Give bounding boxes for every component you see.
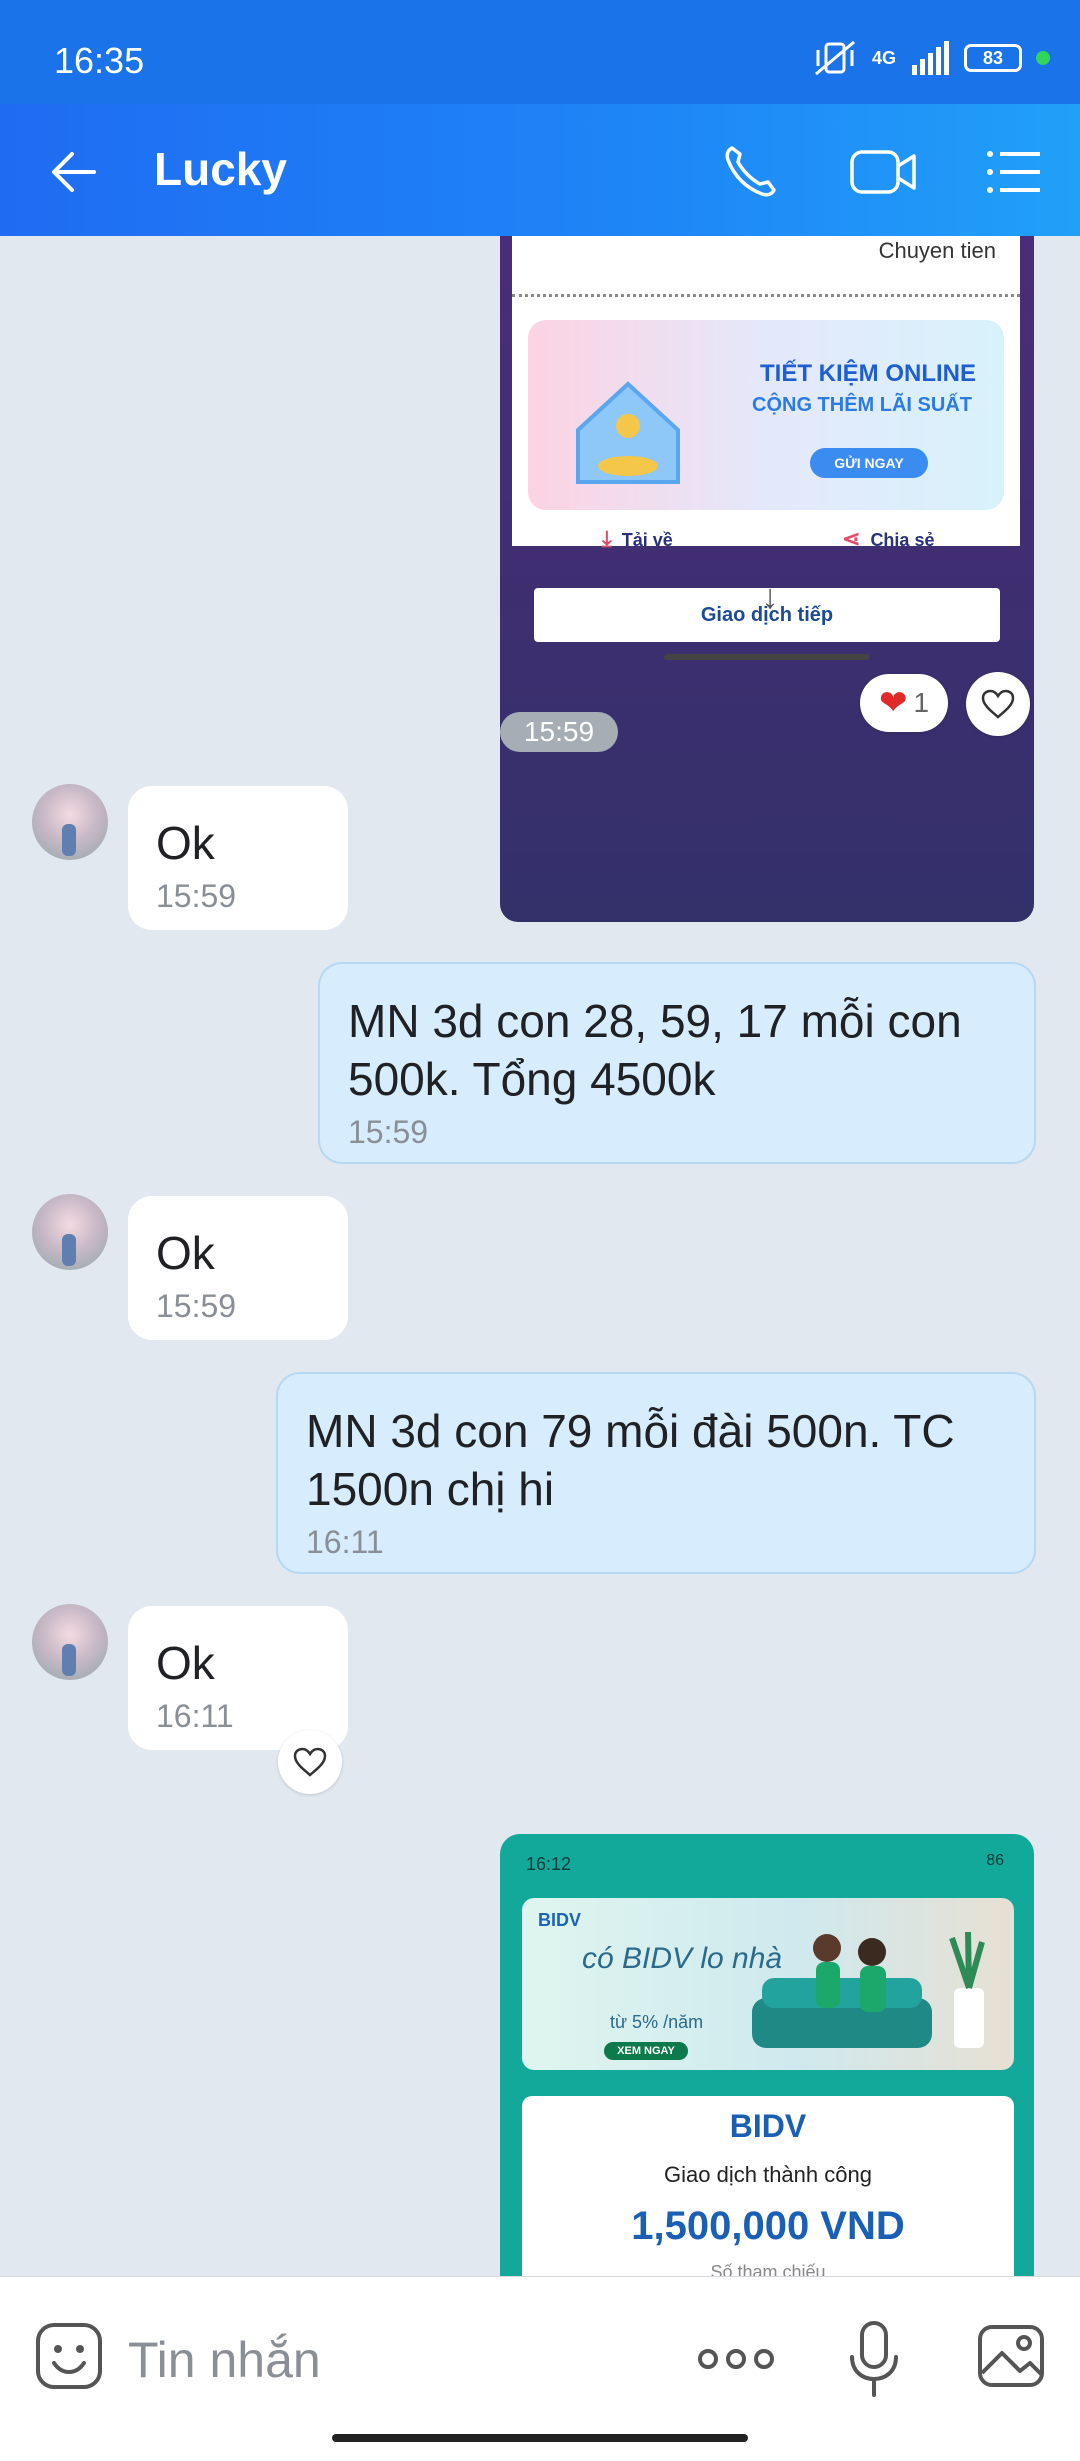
receipt-actions: ⤓ Tải về ⋖ Chia sẻ [512, 514, 1020, 554]
network-type: 4G [871, 48, 896, 68]
time-separator: 15:59 [500, 712, 618, 752]
image-status-battery: 86 [986, 1852, 1004, 1869]
vibrate-off-icon [815, 40, 855, 76]
video-call-button[interactable] [848, 140, 918, 204]
microphone-button[interactable] [848, 2321, 900, 2399]
bidv-logo: BIDV [729, 2108, 807, 2144]
banner-cta: XEM NGAY [604, 2042, 688, 2060]
message-bubble-outgoing[interactable]: MN 3d con 79 mỗi đài 500n. TC 1500n chị … [276, 1372, 1036, 1574]
message-bubble-incoming[interactable]: Ok 15:59 [128, 786, 348, 930]
back-button[interactable] [44, 140, 108, 204]
react-heart-button[interactable] [278, 1730, 342, 1794]
transfer-note: Chuyen tien [878, 238, 996, 263]
download-overlay-icon[interactable]: ↓ [750, 578, 790, 624]
more-options-button[interactable] [696, 2339, 776, 2379]
message-bubble-incoming[interactable]: Ok 16:11 [128, 1606, 348, 1750]
share-icon: ⋖ [842, 526, 861, 551]
message-time: 16:11 [156, 1698, 234, 1734]
image-picker-button[interactable] [976, 2323, 1046, 2389]
message-text: MN 3d con 79 mỗi đài 500n. TC 1500n chị … [306, 1405, 955, 1515]
image-scroll-indicator [664, 654, 870, 660]
message-text: Ok [156, 817, 215, 869]
receipt-card: Chuyen tien TIẾT KIỆM ONLINE CỘNG THÊM L… [512, 236, 1020, 551]
message-bubble-incoming[interactable]: Ok 15:59 [128, 1196, 348, 1340]
divider [512, 294, 1020, 297]
banner-rate: từ 5% /năm [610, 2012, 704, 2032]
chat-title[interactable]: Lucky [154, 142, 287, 196]
signal-icon [912, 41, 949, 75]
phone-call-button[interactable] [718, 140, 782, 204]
menu-list-button[interactable] [984, 140, 1044, 204]
download-icon: ⤓ [602, 526, 612, 551]
promo-button: GỬI NGAY [810, 448, 928, 478]
receipt-image-message[interactable]: Chuyen tien TIẾT KIỆM ONLINE CỘNG THÊM L… [500, 236, 1034, 922]
chat-header: Lucky [0, 104, 1080, 236]
heart-outline-icon [981, 689, 1015, 719]
banner-logo: BIDV [538, 1910, 582, 1930]
contact-avatar[interactable] [32, 784, 108, 860]
promo-banner: TIẾT KIỆM ONLINE CỘNG THÊM LÃI SUẤT GỬI … [528, 320, 1004, 510]
message-input[interactable] [126, 2329, 650, 2391]
promo-subtitle: CỘNG THÊM LÃI SUẤT [752, 394, 972, 416]
download-label: Tải về [621, 530, 673, 550]
home-indicator[interactable] [332, 2434, 748, 2442]
react-heart-button[interactable] [966, 672, 1030, 736]
status-bar: 16:35 4G 83 [0, 0, 1080, 104]
message-time: 15:59 [348, 1114, 429, 1150]
reaction-summary[interactable]: ❤ 1 [860, 674, 948, 732]
download-action: ⤓ Tải về [602, 526, 673, 552]
emoji-button[interactable] [34, 2321, 104, 2391]
message-text: MN 3d con 28, 59, 17 mỗi con 500k. Tổng … [348, 995, 962, 1105]
heart-reaction-icon: ❤ [878, 684, 908, 722]
bidv-transaction-card: BIDV Giao dịch thành công 1,500,000 VND … [522, 2096, 1014, 2276]
message-bubble-outgoing[interactable]: MN 3d con 28, 59, 17 mỗi con 500k. Tổng … [318, 962, 1036, 1164]
contact-avatar[interactable] [32, 1194, 108, 1270]
message-time: 15:59 [156, 878, 237, 914]
transaction-amount: 1,500,000 VND [631, 2204, 905, 2248]
chat-messages[interactable]: Chuyen tien TIẾT KIỆM ONLINE CỘNG THÊM L… [0, 236, 1080, 2276]
privacy-dot [1036, 51, 1050, 65]
status-icons: 4G 83 [812, 38, 1050, 78]
bidv-banner: BIDV có BIDV lo nhà từ 5% /năm XEM NGAY [522, 1898, 1014, 2070]
heart-outline-icon [293, 1747, 327, 1777]
contact-avatar[interactable] [32, 1604, 108, 1680]
share-action: ⋖ Chia sẻ [842, 526, 934, 552]
image-status-time: 16:12 [526, 1854, 572, 1874]
message-time: 16:11 [306, 1524, 384, 1560]
message-time: 15:59 [156, 1288, 237, 1324]
message-text: Ok [156, 1637, 215, 1689]
promo-title: TIẾT KIỆM ONLINE [760, 360, 976, 387]
share-label: Chia sẻ [870, 530, 935, 550]
battery-indicator: 83 [964, 44, 1022, 72]
status-time: 16:35 [54, 40, 145, 81]
couple-sofa-illustration [752, 1931, 985, 2048]
transaction-status: Giao dịch thành công [664, 2162, 872, 2187]
bidv-receipt-image-message[interactable]: 16:12 86 BIDV có BIDV lo nhà từ 5% /năm … [500, 1834, 1034, 2276]
house-savings-icon [576, 381, 680, 484]
reaction-count: 1 [913, 687, 930, 718]
reference-label: Số tham chiếu [710, 2262, 826, 2276]
message-text: Ok [156, 1227, 215, 1279]
